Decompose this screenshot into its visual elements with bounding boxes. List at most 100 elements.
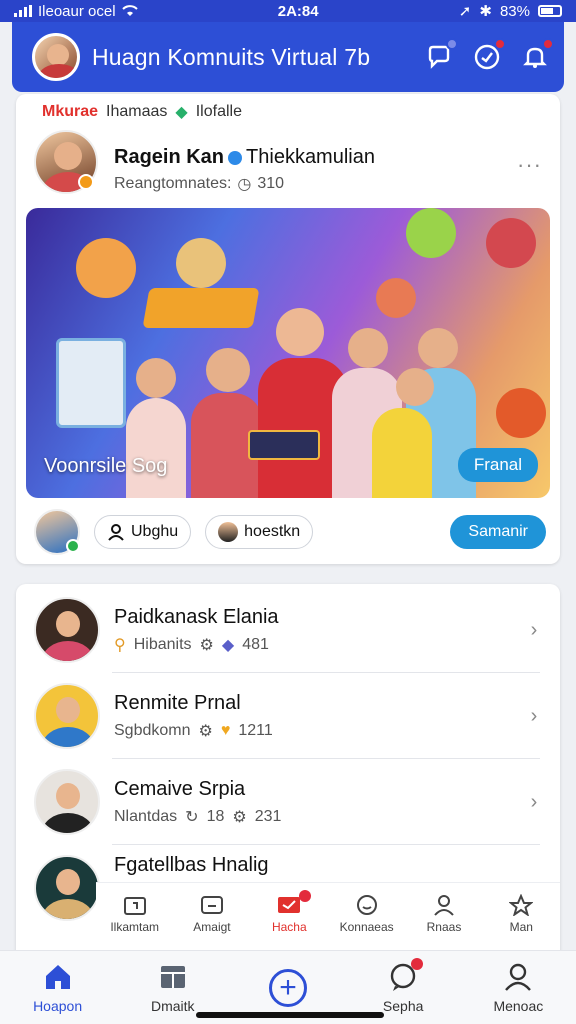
bluetooth-icon: ✱ (479, 3, 492, 20)
notification-dot (494, 38, 506, 50)
tab-people[interactable]: Rnaas (406, 894, 482, 934)
person (276, 308, 324, 356)
list-item-title: Cemaive Srpia (114, 777, 246, 800)
cartoon-figure (486, 218, 536, 268)
calendar-icon (123, 896, 146, 915)
home-indicator[interactable] (196, 1012, 384, 1018)
tab-label: Hacha (271, 919, 307, 934)
post-media-image[interactable]: Voonrsile Sog Franal (26, 208, 550, 498)
chevron-right-icon: › (530, 618, 538, 641)
person (136, 358, 176, 398)
chevron-right-icon: › (530, 790, 538, 813)
profile-avatar[interactable] (32, 33, 80, 81)
divider (112, 758, 540, 759)
mini-avatar (218, 522, 239, 542)
app-header: Huagn Komnuits Virtual 7b (12, 22, 564, 92)
live-badge-icon (78, 174, 94, 190)
submit-button[interactable]: Samanir (450, 515, 546, 549)
list-item-count: 1211 (238, 721, 273, 739)
nav-label: Hoapon (33, 997, 83, 1014)
search-icon: ⚲ (114, 636, 126, 654)
person (206, 348, 250, 392)
tab-tickets[interactable]: Hacha (251, 889, 327, 934)
gear-icon: ⚙ (198, 722, 213, 740)
list-item-meta: Sgbdkomn ⚙ ♥ 1211 (114, 721, 524, 741)
cartoon-figure (176, 238, 226, 288)
tag-red[interactable]: Mkurae (42, 103, 98, 121)
signal-icon (14, 5, 32, 17)
divider (112, 844, 540, 845)
smile-icon (356, 894, 377, 915)
media-action-button[interactable]: Franal (457, 448, 538, 482)
post-card: Mkurae Ihamaas ◆ Ilofalle Ragein Kan Thi… (16, 94, 560, 564)
nav-home[interactable]: Hoapon (8, 962, 108, 1014)
nav-label: Dmaitk (151, 997, 195, 1014)
tab-label: Konnaeas (339, 919, 394, 934)
list-item[interactable]: Paidkanask Elania ⚲ Hibanits ⚙ ◆ 481 › (16, 588, 560, 672)
post-tags: Mkurae Ihamaas ◆ Ilofalle (42, 102, 242, 122)
nav-profile[interactable]: Menoac (468, 962, 568, 1014)
tab-calendar[interactable]: Ilkamtam (97, 894, 173, 934)
gear-icon: ⚙ (199, 636, 214, 654)
tab-community[interactable]: Konnaeas (329, 894, 405, 934)
nav-create[interactable]: + (238, 968, 338, 1007)
pill-one-label: Ubghu (131, 523, 179, 540)
nav-label: Menoac (493, 997, 544, 1014)
cartoon-figure (76, 238, 136, 298)
commenter-avatar[interactable] (34, 509, 80, 555)
battery-percent: 83% (499, 2, 530, 20)
list-item-sub-label: Sgbdkomn (114, 721, 191, 739)
list-item-title: Fgatellbas Hnalig (114, 854, 269, 876)
star-icon (509, 893, 534, 916)
profile-icon (505, 963, 532, 991)
leaf-icon: ◆ (175, 104, 188, 121)
alerts-button[interactable] (520, 38, 554, 72)
reaction-pill-one[interactable]: Ubghu (94, 515, 192, 549)
list-item-count: 481 (242, 635, 269, 653)
tab-label: Rnaas (426, 919, 462, 934)
ball-graphic (496, 388, 546, 438)
list-item-title: Renmite Prnal (114, 691, 241, 714)
battery-icon (537, 5, 562, 17)
tag-icon: ◆ (221, 636, 235, 654)
more-options-icon[interactable]: ··· (517, 152, 542, 178)
list-item[interactable]: Cemaive Srpia Nlantdas ↻ 18 ⚙ 231 › (16, 760, 560, 844)
nav-label: Sepha (382, 997, 424, 1014)
notification-dot (542, 38, 554, 50)
balloon (406, 208, 456, 258)
tab-label: Amaigt (193, 919, 231, 934)
author-name-row[interactable]: Ragein Kan Thiekkamulian (114, 146, 375, 169)
person (396, 368, 434, 406)
online-badge-icon (66, 539, 80, 553)
list-item[interactable]: Renmite Prnal Sgbdkomn ⚙ ♥ 1211 › (16, 674, 560, 758)
chat-bubble-button[interactable] (424, 38, 458, 72)
gear-icon: ⚙ (232, 808, 247, 826)
tab-messages[interactable]: Amaigt (174, 894, 250, 934)
author-sub-count: 310 (257, 175, 285, 192)
location-icon: ➚ (458, 3, 472, 20)
person (348, 328, 388, 368)
notification-dot (299, 889, 312, 902)
nav-store[interactable]: Dmaitk (123, 962, 223, 1014)
verified-icon (228, 150, 243, 165)
tag-green[interactable]: Ilofalle (196, 103, 242, 121)
post-actions: Ubghu hoestkn Samanir (34, 509, 546, 555)
list-avatar (34, 683, 100, 749)
tag-gray[interactable]: Ihamaas (106, 103, 167, 121)
author-meta: Reangtomnates: ◷ 310 (114, 174, 284, 194)
person-icon (434, 894, 454, 916)
list-item-count-a: 18 (206, 807, 225, 825)
store-icon (160, 965, 185, 988)
nav-chat[interactable]: Sepha (353, 957, 453, 1014)
refresh-icon: ↻ (185, 808, 199, 826)
tab-favorites[interactable]: Man (483, 893, 559, 934)
sign-graphic (248, 430, 320, 460)
notification-dot (446, 38, 458, 50)
activity-button[interactable] (472, 38, 506, 72)
media-caption: Voonrsile Sog (44, 455, 168, 477)
person (418, 328, 458, 368)
clock: 2A:84 (277, 2, 319, 20)
reaction-pill-two[interactable]: hoestkn (205, 515, 314, 549)
pill-two-label: hoestkn (244, 523, 301, 540)
list-item-count: 231 (254, 807, 282, 825)
